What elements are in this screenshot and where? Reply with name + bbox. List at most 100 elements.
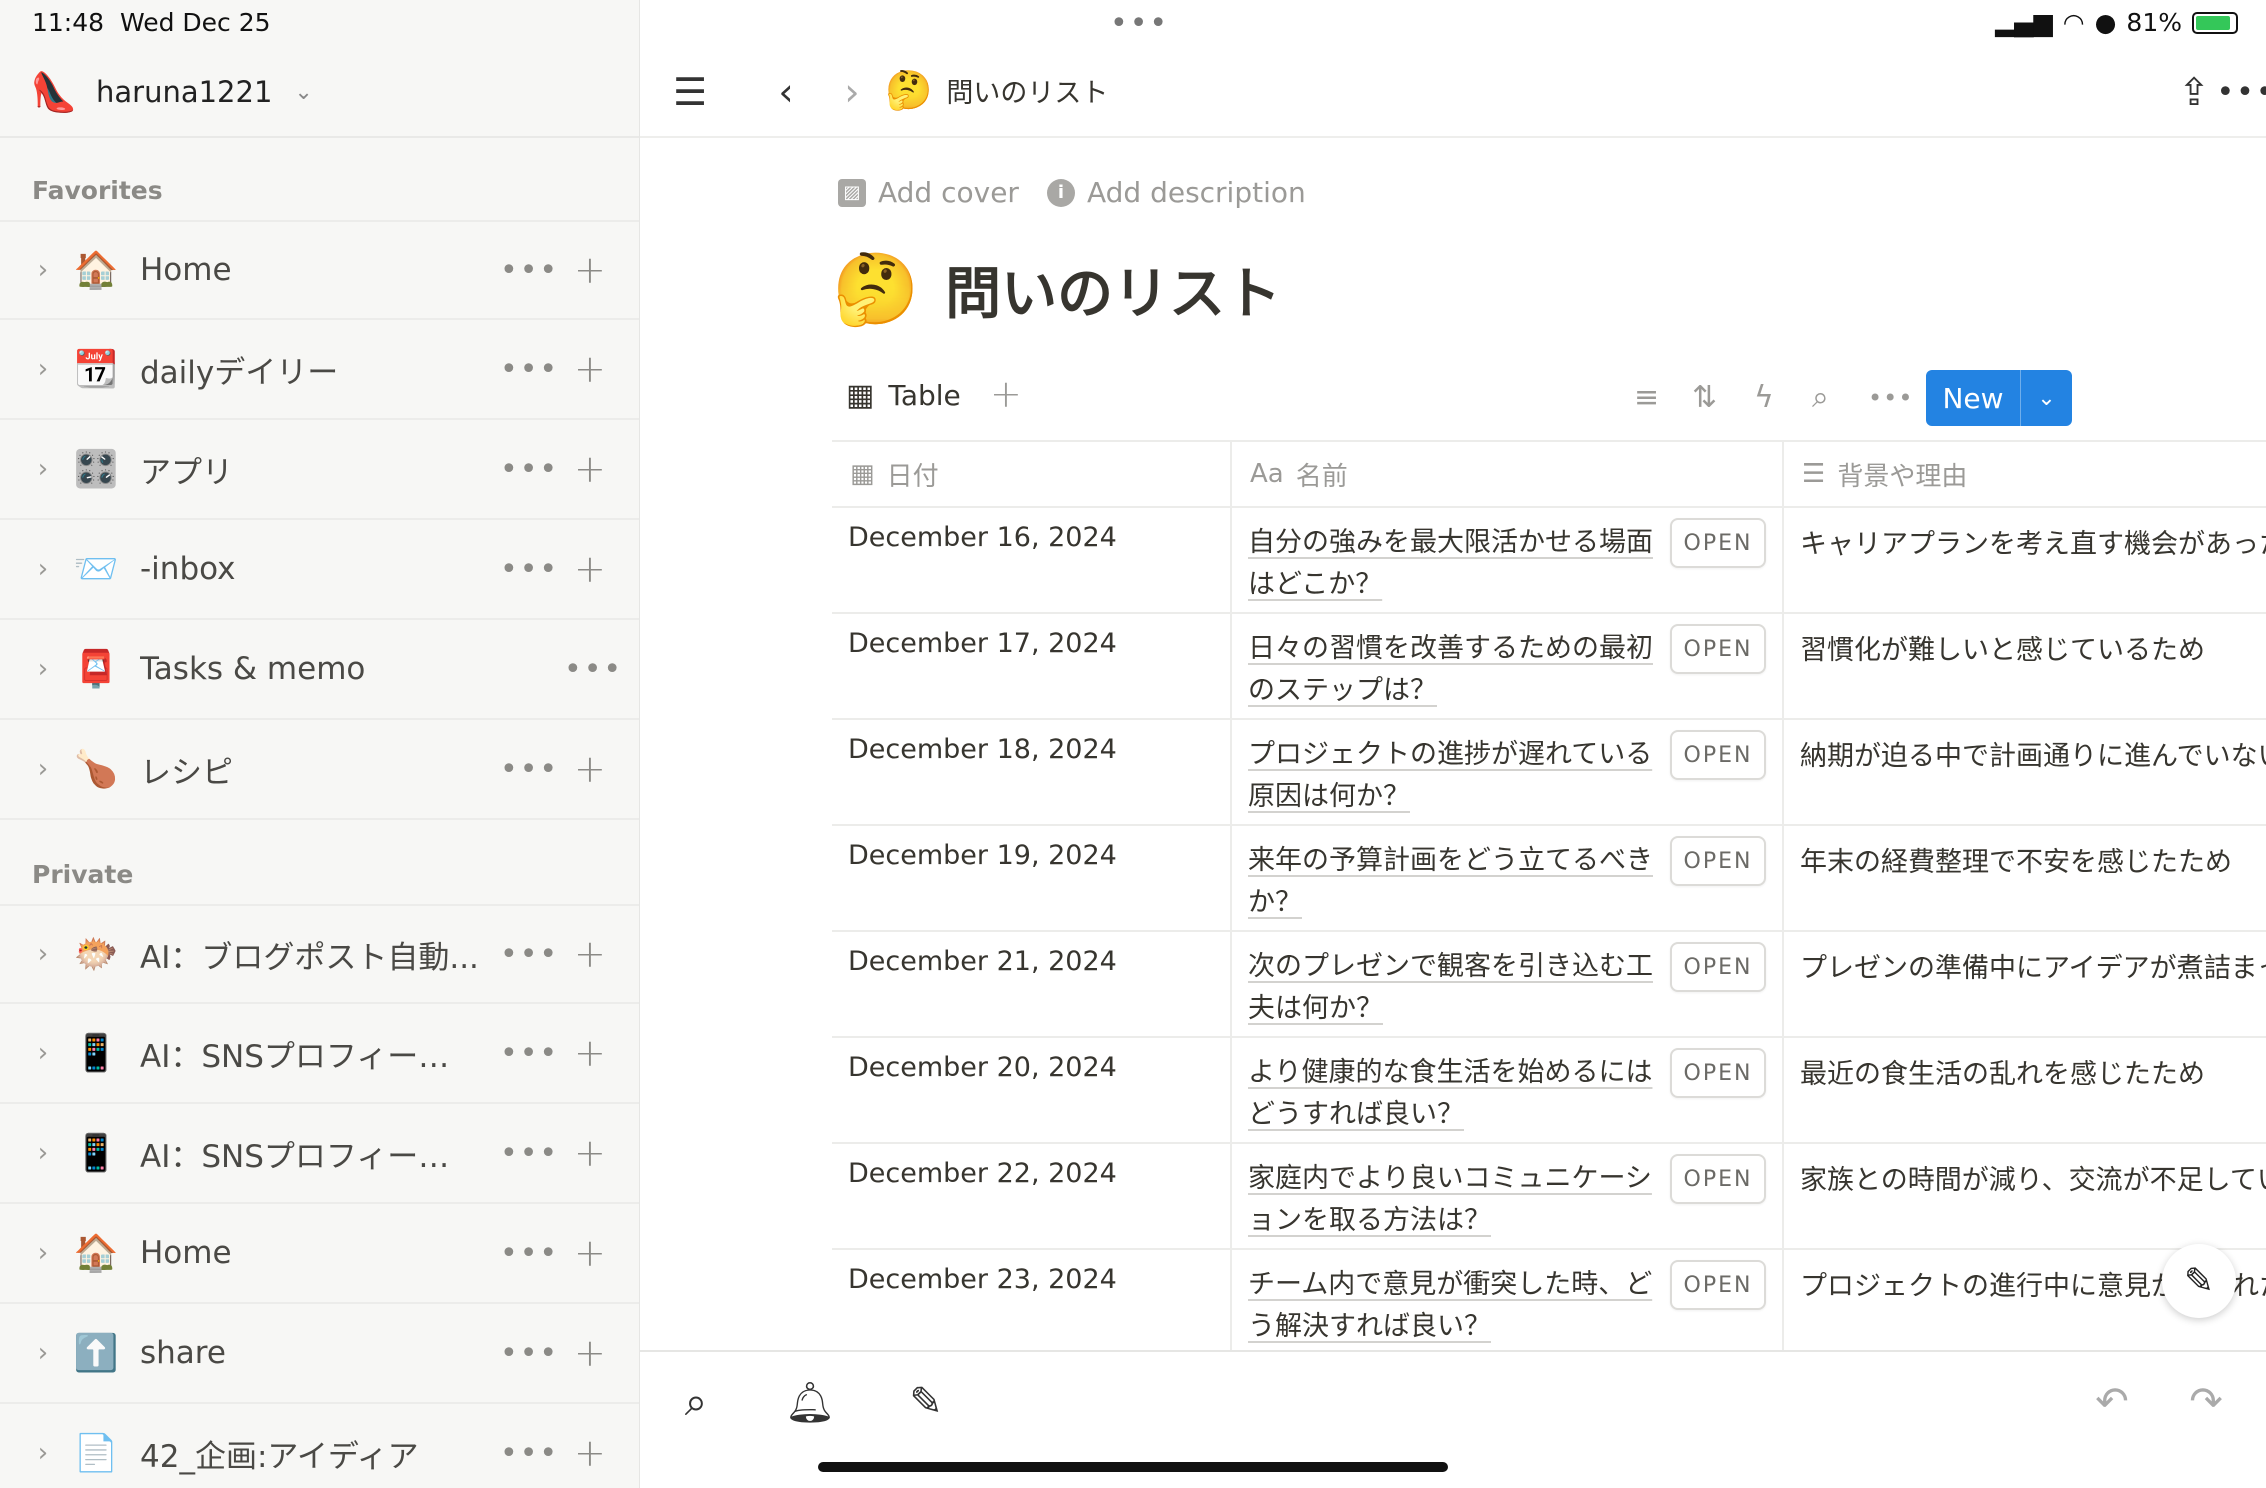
more-icon[interactable]: ••• <box>500 352 559 387</box>
sidebar-item-inbox[interactable]: › 📨 -inbox ••• + <box>0 520 639 620</box>
open-button[interactable]: OPEN <box>1670 836 1766 886</box>
column-header-date[interactable]: ▦ 日付 <box>832 442 1232 506</box>
more-icon[interactable]: ••• <box>564 652 623 687</box>
back-icon[interactable]: ‹ <box>758 64 814 120</box>
name-cell[interactable]: 自分の強みを最大限活かせる場面はどこか？ OPEN <box>1232 508 1784 612</box>
reason-cell[interactable]: 納期が迫る中で計画通りに進んでいない <box>1784 720 2266 824</box>
search-icon[interactable]: ⌕ <box>1812 380 1829 415</box>
chevron-right-icon[interactable]: › <box>30 1238 56 1268</box>
name-text[interactable]: 自分の強みを最大限活かせる場面はどこか？ <box>1248 522 1668 606</box>
sort-icon[interactable]: ⇅ <box>1692 380 1717 415</box>
column-header-reason[interactable]: ☰ 背景や理由 <box>1784 442 2266 506</box>
plus-icon[interactable]: + <box>574 248 606 292</box>
name-cell[interactable]: プロジェクトの進捗が遅れている原因は何か？ OPEN <box>1232 720 1784 824</box>
sidebar-item-ai-sns-1[interactable]: › 📱 AI：SNSプロフィール案 ••• + <box>0 1004 639 1104</box>
more-icon[interactable]: ••• <box>500 1036 559 1071</box>
more-icon[interactable]: ••• <box>500 253 559 288</box>
workspace-switcher[interactable]: 👠 haruna1221 ⌄ <box>30 66 313 118</box>
plus-icon[interactable]: + <box>574 1431 606 1475</box>
sidebar-item-recipes[interactable]: › 🍗 レシピ ••• + <box>0 720 639 820</box>
more-icon[interactable]: ••• <box>500 1236 559 1271</box>
chevron-right-icon[interactable]: › <box>30 1138 56 1168</box>
table-row[interactable]: December 20, 2024 より健康的な食生活を始めるにはどうすれば良い… <box>832 1038 2266 1144</box>
open-button[interactable]: OPEN <box>1670 624 1766 674</box>
name-cell[interactable]: 日々の習慣を改善するための最初のステップは？ OPEN <box>1232 614 1784 718</box>
redo-icon[interactable]: ↷ <box>2176 1372 2236 1432</box>
automation-icon[interactable]: ϟ <box>1754 380 1774 415</box>
name-text[interactable]: 家庭内でより良いコミュニケーションを取る方法は？ <box>1248 1158 1668 1242</box>
open-button[interactable]: OPEN <box>1670 518 1766 568</box>
sidebar-item-ai-blog[interactable]: › 🐡 AI：ブログポスト自動... ••• + <box>0 904 639 1004</box>
plus-icon[interactable]: + <box>574 347 606 391</box>
share-icon[interactable]: ⇪ <box>2166 64 2222 120</box>
date-cell[interactable]: December 17, 2024 <box>832 614 1232 718</box>
reason-cell[interactable]: キャリアプランを考え直す機会があった <box>1784 508 2266 612</box>
compose-icon[interactable]: ✎ <box>896 1372 956 1432</box>
table-row[interactable]: December 17, 2024 日々の習慣を改善するための最初のステップは？… <box>832 614 2266 720</box>
date-cell[interactable]: December 20, 2024 <box>832 1038 1232 1142</box>
plus-icon[interactable]: + <box>574 747 606 791</box>
home-indicator[interactable] <box>818 1462 1448 1472</box>
table-row[interactable]: December 22, 2024 家庭内でより良いコミュニケーションを取る方法… <box>832 1144 2266 1250</box>
open-button[interactable]: OPEN <box>1670 942 1766 992</box>
chevron-right-icon[interactable]: › <box>30 1438 56 1468</box>
name-cell[interactable]: チーム内で意見が衝突した時、どう解決すれば良い？ OPEN <box>1232 1250 1784 1354</box>
sidebar-item-share[interactable]: › ⬆️ share ••• + <box>0 1304 639 1404</box>
more-icon[interactable]: ••• <box>2216 64 2266 120</box>
name-text[interactable]: より健康的な食生活を始めるにはどうすれば良い？ <box>1248 1052 1668 1136</box>
more-icon[interactable]: ••• <box>1868 384 1913 412</box>
chevron-right-icon[interactable]: › <box>30 354 56 384</box>
more-icon[interactable]: ••• <box>500 1136 559 1171</box>
table-row[interactable]: December 19, 2024 来年の予算計画をどう立てるべきか？ OPEN… <box>832 826 2266 932</box>
chevron-right-icon[interactable]: › <box>30 1038 56 1068</box>
table-row[interactable]: December 16, 2024 自分の強みを最大限活かせる場面はどこか？ O… <box>832 508 2266 614</box>
sidebar-item-ai-sns-2[interactable]: › 📱 AI：SNSプロフィール案 ••• + <box>0 1104 639 1204</box>
name-cell[interactable]: 次のプレゼンで観客を引き込む工夫は何か？ OPEN <box>1232 932 1784 1036</box>
chevron-right-icon[interactable]: › <box>30 255 56 285</box>
ai-assistant-icon[interactable]: ✎ <box>2162 1244 2236 1318</box>
sidebar-item-apps[interactable]: › 🎛️ アプリ ••• + <box>0 420 639 520</box>
name-cell[interactable]: 家庭内でより良いコミュニケーションを取る方法は？ OPEN <box>1232 1144 1784 1248</box>
reason-cell[interactable]: 習慣化が難しいと感じているため <box>1784 614 2266 718</box>
date-cell[interactable]: December 22, 2024 <box>832 1144 1232 1248</box>
name-text[interactable]: 日々の習慣を改善するための最初のステップは？ <box>1248 628 1668 712</box>
open-button[interactable]: OPEN <box>1670 730 1766 780</box>
multitasking-dots-icon[interactable]: ••• <box>1110 6 1169 41</box>
date-cell[interactable]: December 18, 2024 <box>832 720 1232 824</box>
sidebar-item-ideas[interactable]: › 📄 42_企画:アイディア ••• + <box>0 1404 639 1488</box>
page-title-text[interactable]: 問いのリスト <box>945 249 1281 330</box>
bell-icon[interactable]: 🔔︎ <box>780 1372 840 1432</box>
search-icon[interactable]: ⌕ <box>666 1372 726 1432</box>
reason-cell[interactable]: 最近の食生活の乱れを感じたため <box>1784 1038 2266 1142</box>
name-cell[interactable]: 来年の予算計画をどう立てるべきか？ OPEN <box>1232 826 1784 930</box>
open-button[interactable]: OPEN <box>1670 1260 1766 1310</box>
date-cell[interactable]: December 19, 2024 <box>832 826 1232 930</box>
plus-icon[interactable]: + <box>574 447 606 491</box>
name-cell[interactable]: より健康的な食生活を始めるにはどうすれば良い？ OPEN <box>1232 1038 1784 1142</box>
chevron-right-icon[interactable]: › <box>30 1338 56 1368</box>
chevron-right-icon[interactable]: › <box>30 454 56 484</box>
name-text[interactable]: チーム内で意見が衝突した時、どう解決すれば良い？ <box>1248 1264 1668 1348</box>
table-row[interactable]: December 23, 2024 チーム内で意見が衝突した時、どう解決すれば良… <box>832 1250 2266 1356</box>
reason-cell[interactable]: 年末の経費整理で不安を感じたため <box>1784 826 2266 930</box>
reason-cell[interactable]: 家族との時間が減り、交流が不足している <box>1784 1144 2266 1248</box>
more-icon[interactable]: ••• <box>500 1336 559 1371</box>
table-row[interactable]: December 18, 2024 プロジェクトの進捗が遅れている原因は何か？ … <box>832 720 2266 826</box>
chevron-down-icon[interactable]: ⌄ <box>2021 386 2072 411</box>
name-text[interactable]: 来年の予算計画をどう立てるべきか？ <box>1248 840 1668 924</box>
column-header-name[interactable]: Aa 名前 <box>1232 442 1784 506</box>
date-cell[interactable]: December 23, 2024 <box>832 1250 1232 1354</box>
open-button[interactable]: OPEN <box>1670 1048 1766 1098</box>
plus-icon[interactable]: + <box>574 1131 606 1175</box>
table-row[interactable]: December 21, 2024 次のプレゼンで観客を引き込む工夫は何か？ O… <box>832 932 2266 1038</box>
chevron-right-icon[interactable]: › <box>30 554 56 584</box>
date-cell[interactable]: December 21, 2024 <box>832 932 1232 1036</box>
forward-icon[interactable]: › <box>824 64 880 120</box>
tab-table[interactable]: ▦ Table <box>846 378 961 413</box>
plus-icon[interactable]: + <box>574 1231 606 1275</box>
plus-icon[interactable]: + <box>574 547 606 591</box>
undo-icon[interactable]: ↶ <box>2082 1372 2142 1432</box>
sidebar-item-home[interactable]: › 🏠 Home ••• + <box>0 220 639 320</box>
date-cell[interactable]: December 16, 2024 <box>832 508 1232 612</box>
more-icon[interactable]: ••• <box>500 552 559 587</box>
